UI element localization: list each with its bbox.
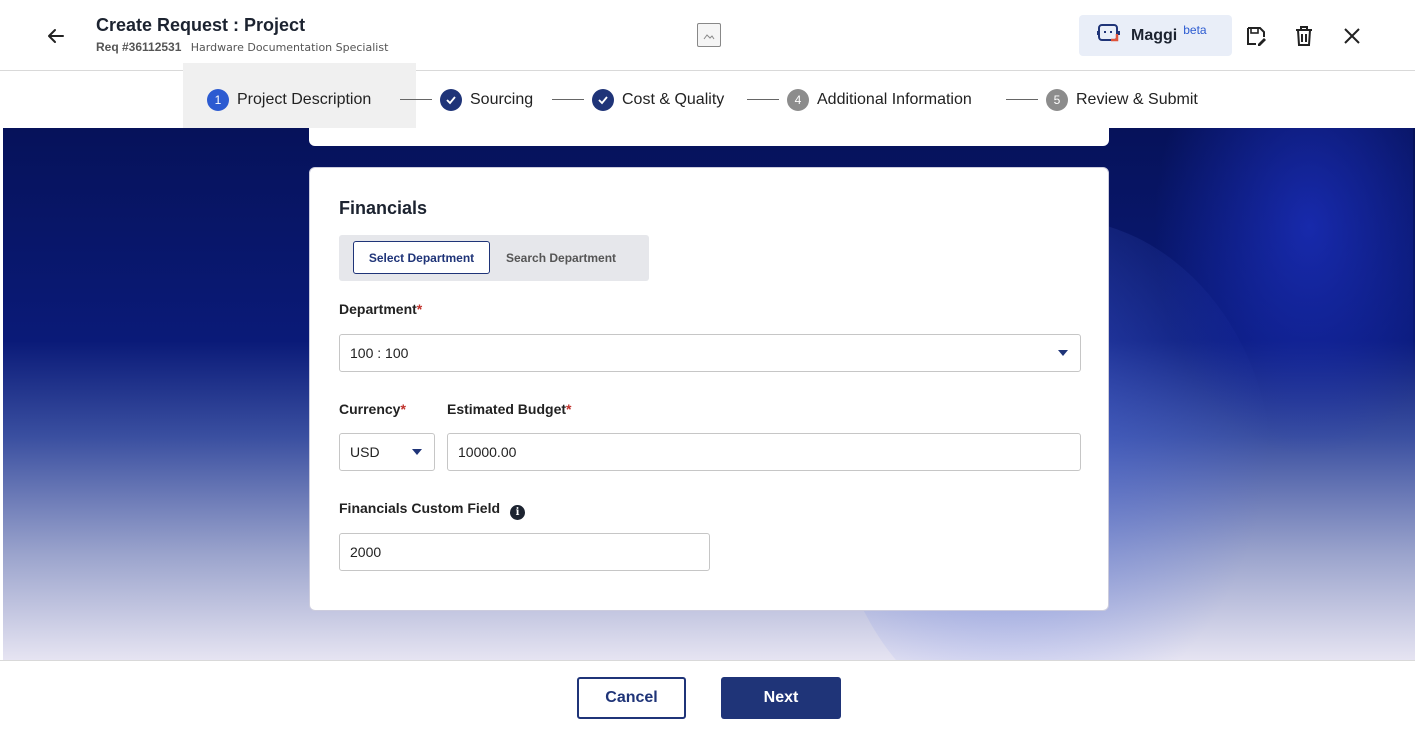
step-number: 5 bbox=[1046, 89, 1068, 111]
budget-value: 10000.00 bbox=[458, 444, 517, 460]
department-mode-toggle: Select Department Search Department bbox=[339, 235, 649, 281]
background-glow bbox=[1153, 128, 1413, 458]
step-connector bbox=[1006, 99, 1038, 100]
step-cost-quality[interactable]: Cost & Quality bbox=[592, 88, 724, 112]
step-connector bbox=[552, 99, 584, 100]
robot-icon bbox=[1096, 22, 1121, 49]
required-marker: * bbox=[400, 401, 406, 417]
step-review-submit[interactable]: 5 Review & Submit bbox=[1046, 88, 1198, 112]
department-label: Department* bbox=[339, 301, 422, 317]
department-label-text: Department bbox=[339, 301, 417, 317]
step-connector bbox=[400, 99, 432, 100]
search-department-option[interactable]: Search Department bbox=[506, 241, 616, 274]
custom-field-value: 2000 bbox=[350, 544, 382, 560]
request-subtitle: Req #36112531 Hardware Documentation Spe… bbox=[96, 40, 388, 54]
next-button[interactable]: Next bbox=[721, 677, 841, 719]
step-additional-information[interactable]: 4 Additional Information bbox=[787, 88, 972, 112]
step-label: Cost & Quality bbox=[622, 91, 725, 108]
custom-field-label: Financials Custom Field i bbox=[339, 500, 526, 520]
content-area[interactable]: Financials Select Department Search Depa… bbox=[3, 128, 1415, 660]
custom-field-input[interactable]: 2000 bbox=[339, 533, 710, 571]
budget-label-text: Estimated Budget bbox=[447, 401, 567, 417]
estimated-budget-label: Estimated Budget* bbox=[447, 401, 571, 417]
department-value: 100 : 100 bbox=[350, 345, 409, 361]
required-marker: * bbox=[416, 301, 423, 317]
required-marker: * bbox=[566, 401, 572, 417]
footer: Cancel Next bbox=[0, 660, 1415, 732]
header: Create Request : Project Req #36112531 H… bbox=[0, 0, 1415, 71]
cancel-button[interactable]: Cancel bbox=[577, 677, 686, 719]
close-icon[interactable] bbox=[1338, 22, 1366, 50]
save-draft-icon[interactable] bbox=[1242, 22, 1270, 50]
step-project-description[interactable]: 1 Project Description bbox=[207, 88, 371, 112]
step-sourcing[interactable]: Sourcing bbox=[440, 88, 533, 112]
step-number: 1 bbox=[207, 89, 229, 111]
step-label: Additional Information bbox=[817, 91, 972, 108]
request-number: Req #36112531 bbox=[96, 40, 182, 54]
checkmark-icon bbox=[440, 89, 462, 111]
maggi-assistant-button[interactable]: Maggi beta bbox=[1079, 15, 1232, 56]
step-label: Review & Submit bbox=[1076, 91, 1198, 108]
currency-label-text: Currency bbox=[339, 401, 401, 417]
assistant-name: Maggi bbox=[1131, 26, 1178, 44]
beta-badge: beta bbox=[1183, 22, 1207, 37]
request-description: Hardware Documentation Specialist bbox=[190, 41, 389, 54]
trash-icon[interactable] bbox=[1290, 22, 1318, 50]
section-title: Financials bbox=[339, 198, 428, 218]
department-select[interactable]: 100 : 100 bbox=[339, 334, 1081, 372]
chevron-down-icon bbox=[412, 449, 422, 455]
financials-card: Financials Select Department Search Depa… bbox=[309, 167, 1109, 611]
select-department-option[interactable]: Select Department bbox=[353, 241, 490, 274]
step-label: Sourcing bbox=[470, 91, 534, 108]
currency-select[interactable]: USD bbox=[339, 433, 435, 471]
back-arrow-icon[interactable] bbox=[42, 22, 70, 50]
step-label: Project Description bbox=[237, 91, 372, 108]
previous-card-bottom bbox=[309, 128, 1109, 146]
chevron-down-icon bbox=[1058, 350, 1068, 356]
checkmark-icon bbox=[592, 89, 614, 111]
estimated-budget-input[interactable]: 10000.00 bbox=[447, 433, 1081, 471]
currency-label: Currency* bbox=[339, 401, 406, 417]
custom-field-label-text: Financials Custom Field bbox=[339, 500, 501, 516]
progress-stepper: 1 Project Description Sourcing Cost & Qu… bbox=[0, 63, 1415, 128]
info-icon[interactable]: i bbox=[510, 505, 526, 520]
currency-value: USD bbox=[350, 444, 380, 460]
step-number: 4 bbox=[787, 89, 809, 111]
step-connector bbox=[747, 99, 779, 100]
page-title: Create Request : Project bbox=[96, 15, 306, 35]
image-placeholder-icon bbox=[697, 23, 721, 47]
